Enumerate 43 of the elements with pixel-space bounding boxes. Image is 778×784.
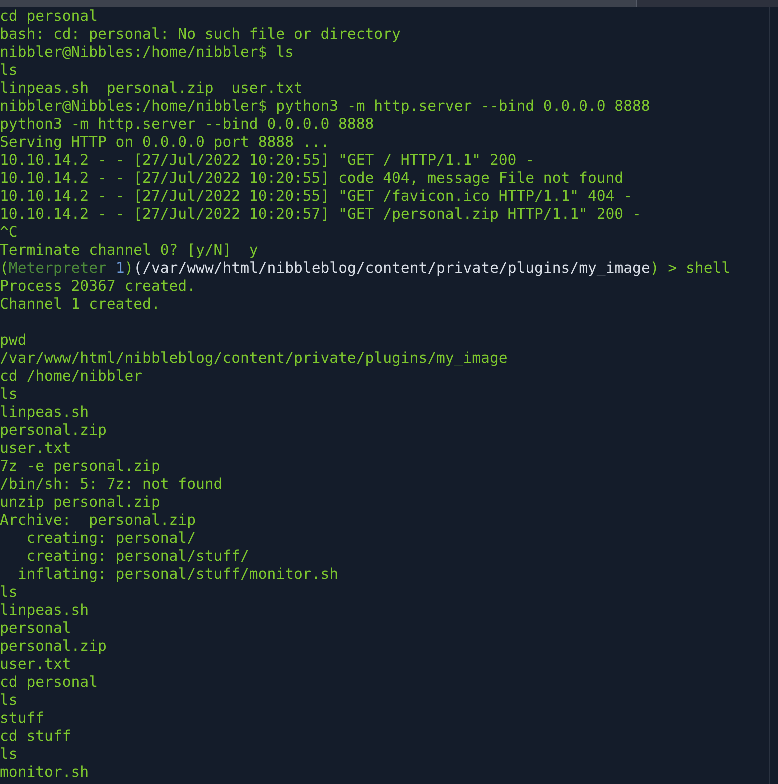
terminal-line: /var/www/html/nibbleblog/content/private/plugins/my_image [0,350,508,367]
terminal-line: personal [0,620,72,637]
terminal-line: Process 20367 created. [0,278,196,295]
terminal-line: 10.10.14.2 - - [27/Jul/2022 10:20:55] "GET / HTTP/1.1" 200 - [0,152,535,169]
terminal-line: ^C [0,224,18,241]
terminal-line: linpeas.sh [0,404,90,421]
terminal-line: /bin/sh: 5: 7z: not found [0,476,223,493]
terminal-line: creating: personal/ [26,530,196,547]
terminal-line: Terminate channel 0? [y/N] y [0,242,258,259]
terminal-line: ls [0,584,18,601]
terminal-line: Serving HTTP on 0.0.0.0 port 8888 ... [0,134,330,151]
terminal-line: creating: personal/stuff/ [26,548,250,565]
terminal-line: pwd [0,332,27,349]
terminal-line: cd personal [0,8,98,25]
terminal-line: 10.10.14.2 - - [27/Jul/2022 10:20:55] "GET /favicon.ico HTTP/1.1" 404 - [0,188,633,205]
terminal-line: cd /home/nibbler [0,368,143,385]
terminal-line: stuff [0,710,45,727]
meterpreter-prompt-line: (Meterpreter 1)(/var/www/html/nibbleblog/content/private/plugins/my_image) > shell [0,260,731,277]
terminal-line: cd stuff [0,728,72,745]
terminal-line: Channel 1 created. [0,296,160,313]
terminal-line: 10.10.14.2 - - [27/Jul/2022 10:20:55] code 404, message File not found [0,170,624,187]
terminal-line: unzip personal.zip [0,494,160,511]
terminal-line: nibbler@Nibbles:/home/nibbler$ python3 -m http.server --bind 0.0.0.0 8888 [0,98,650,115]
terminal-line: bash: cd: personal: No such file or directory [0,26,401,43]
tab[interactable] [0,0,637,7]
terminal-line: ls [0,62,18,79]
terminal-line: ls [0,746,18,763]
terminal-line: ls [0,386,18,403]
terminal-line: python3 -m http.server --bind 0.0.0.0 8888 [0,116,374,133]
terminal-line: Archive: personal.zip [0,512,196,529]
terminal-line: 10.10.14.2 - - [27/Jul/2022 10:20:57] "GET /personal.zip HTTP/1.1" 200 - [0,206,642,223]
terminal-line: inflating: personal/stuff/monitor.sh [16,566,339,583]
terminal-line: user.txt [0,440,72,457]
terminal-line: monitor.sh [0,764,90,781]
terminal-line: user.txt [0,656,72,673]
terminal-line: 7z -e personal.zip [0,458,160,475]
terminal-line: linpeas.sh [0,602,90,619]
terminal-line: personal.zip [0,422,107,439]
terminal-line: personal.zip [0,638,107,655]
terminal-line: cd personal [0,674,98,691]
terminal-line: linpeas.sh personal.zip user.txt [0,80,303,97]
terminal-line: nibbler@Nibbles:/home/nibbler$ ls [0,44,294,61]
terminal-line: ls [0,692,18,709]
